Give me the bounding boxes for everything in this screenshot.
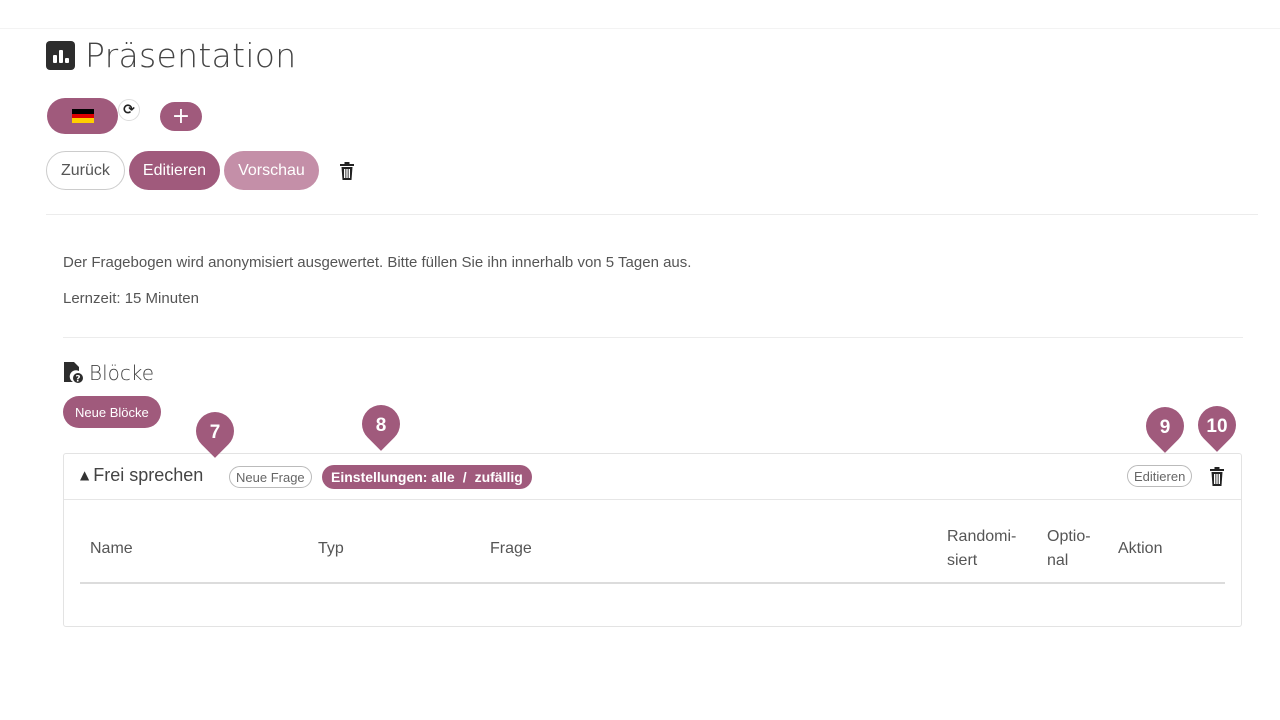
blocks-header: ? Blöcke <box>63 361 154 385</box>
study-time: Lernzeit: 15 Minuten <box>63 290 199 307</box>
block-toggle[interactable]: ▲ Frei sprechen <box>80 465 203 486</box>
column-randomized-line1: Randomi- <box>947 528 1017 545</box>
german-flag-icon <box>71 109 94 124</box>
page-header: Präsentation <box>46 36 297 75</box>
settings-mode: Einstellungen: alle <box>331 469 455 485</box>
refresh-icon[interactable]: ⟳ <box>118 99 140 121</box>
language-button[interactable] <box>47 98 118 134</box>
settings-order: zufällig <box>474 469 523 485</box>
new-question-button[interactable]: Neue Frage <box>229 466 312 488</box>
callout-label: 9 <box>1159 417 1171 438</box>
column-action: Aktion <box>1118 540 1163 557</box>
column-type: Typ <box>318 540 344 557</box>
column-name: Name <box>90 540 133 557</box>
questions-table-header: Name Typ Frage Randomi- siert Optio- nal… <box>80 524 1225 584</box>
block-header: ▲ Frei sprechen Neue Frage Einstellungen… <box>64 454 1241 500</box>
column-randomized: Randomi- siert <box>947 525 1016 573</box>
settings-badge[interactable]: Einstellungen: alle / zufällig <box>322 465 532 489</box>
top-divider <box>0 28 1280 29</box>
callout-label: 7 <box>209 422 221 443</box>
questionnaire-description: Der Fragebogen wird anonymisiert ausgewe… <box>63 254 692 271</box>
column-optional-line2: nal <box>1047 552 1069 569</box>
new-blocks-button[interactable]: Neue Blöcke <box>63 396 161 428</box>
block-card: ▲ Frei sprechen Neue Frage Einstellungen… <box>63 453 1242 627</box>
section-divider <box>63 337 1243 338</box>
edit-button[interactable]: Editieren <box>128 151 221 190</box>
callout-label: 8 <box>375 415 387 436</box>
chevron-up-icon: ▲ <box>80 467 90 482</box>
callout-label: 10 <box>1206 416 1228 437</box>
back-button[interactable]: Zurück <box>46 151 125 190</box>
column-randomized-line2: siert <box>947 552 978 569</box>
trash-icon[interactable] <box>1209 467 1225 486</box>
page-title: Präsentation <box>85 36 297 75</box>
add-language-button[interactable]: + <box>160 102 202 131</box>
action-toolbar: Zurück Editieren Vorschau <box>46 151 355 190</box>
preview-button[interactable]: Vorschau <box>224 151 319 190</box>
block-name: Frei sprechen <box>93 465 204 485</box>
column-optional: Optio- nal <box>1047 525 1091 573</box>
chart-icon <box>46 41 75 70</box>
edit-block-button[interactable]: Editieren <box>1127 465 1193 487</box>
section-divider <box>46 214 1258 215</box>
column-question: Frage <box>490 540 532 557</box>
column-optional-line1: Optio- <box>1047 528 1091 545</box>
svg-text:?: ? <box>75 375 80 385</box>
file-question-icon: ? <box>64 362 83 385</box>
settings-separator: / <box>462 469 467 485</box>
trash-icon[interactable] <box>339 161 355 180</box>
blocks-title: Blöcke <box>89 361 155 385</box>
